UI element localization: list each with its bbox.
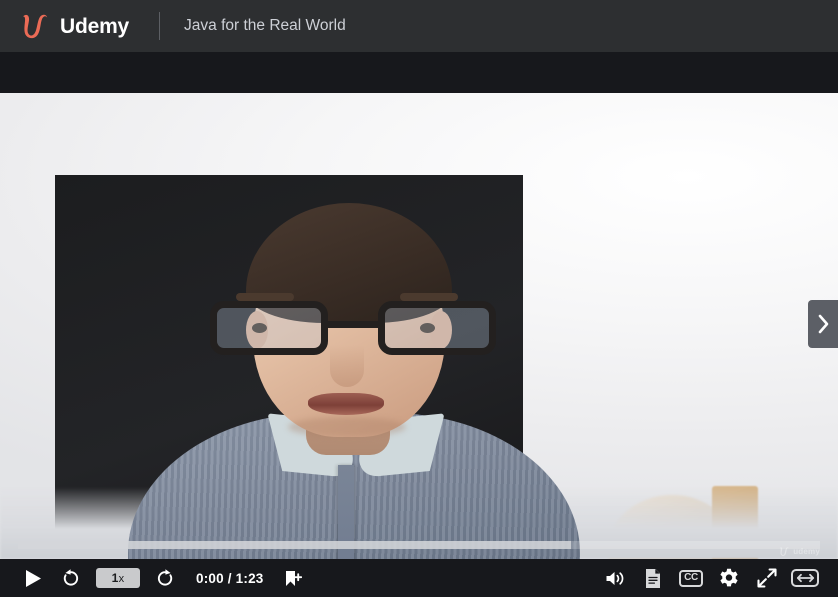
rewind-5s-icon [61, 568, 81, 588]
cc-label: CC [684, 572, 698, 583]
closed-captions-button[interactable]: CC [672, 559, 710, 597]
volume-icon [605, 569, 626, 588]
player-controls-right: CC [596, 559, 838, 597]
add-bookmark-icon [283, 569, 302, 588]
play-button[interactable] [14, 559, 52, 597]
speaker-mouth [308, 393, 384, 415]
progress-buffered [18, 541, 572, 549]
speaker-chin-shadow [288, 417, 406, 437]
player-controls-left: 1x 0:00 / 1:23 [0, 559, 312, 597]
glasses-lens-left [210, 301, 328, 355]
speaker-eyebrow-left [236, 293, 294, 301]
speaker-eyebrow-right [400, 293, 458, 301]
forward-button[interactable] [146, 559, 184, 597]
glasses-bridge [328, 321, 378, 328]
udemy-u-logo-icon [18, 11, 50, 41]
fullscreen-icon [757, 568, 777, 588]
page-header: Udemy Java for the Real World [0, 0, 838, 52]
header-divider [159, 12, 161, 40]
theater-mode-icon [791, 569, 819, 587]
theater-mode-button[interactable] [786, 559, 824, 597]
video-stage[interactable]: udemy [0, 93, 838, 559]
udemy-brand-name: Udemy [60, 14, 130, 38]
progress-track[interactable] [18, 541, 820, 549]
transcript-button[interactable] [634, 559, 672, 597]
player-control-bar: 1x 0:00 / 1:23 CC [0, 559, 838, 597]
course-content-panel-toggle[interactable] [808, 300, 838, 348]
udemy-video-player-page: Udemy Java for the Real World udemy 1x 0… [0, 0, 838, 597]
video-progress-bar[interactable] [18, 541, 820, 549]
video-frame [0, 93, 838, 559]
glasses-lens-right [378, 301, 496, 355]
playback-speed-label: 1x [111, 571, 125, 585]
settings-button[interactable] [710, 559, 748, 597]
fullscreen-button[interactable] [748, 559, 786, 597]
volume-button[interactable] [596, 559, 634, 597]
play-icon [25, 569, 42, 588]
speaker-nose [330, 345, 364, 387]
header-subbar [0, 52, 838, 93]
transcript-icon [644, 568, 662, 589]
rewind-button[interactable] [52, 559, 90, 597]
chevron-right-icon [817, 314, 830, 334]
playback-speed-button[interactable]: 1x [96, 568, 140, 588]
course-title: Java for the Real World [184, 17, 346, 35]
gear-icon [719, 568, 739, 588]
closed-captions-icon: CC [679, 569, 703, 587]
add-bookmark-button[interactable] [274, 559, 312, 597]
udemy-brand[interactable]: Udemy [18, 0, 129, 52]
time-display: 0:00 / 1:23 [196, 570, 264, 586]
forward-5s-icon [155, 568, 175, 588]
